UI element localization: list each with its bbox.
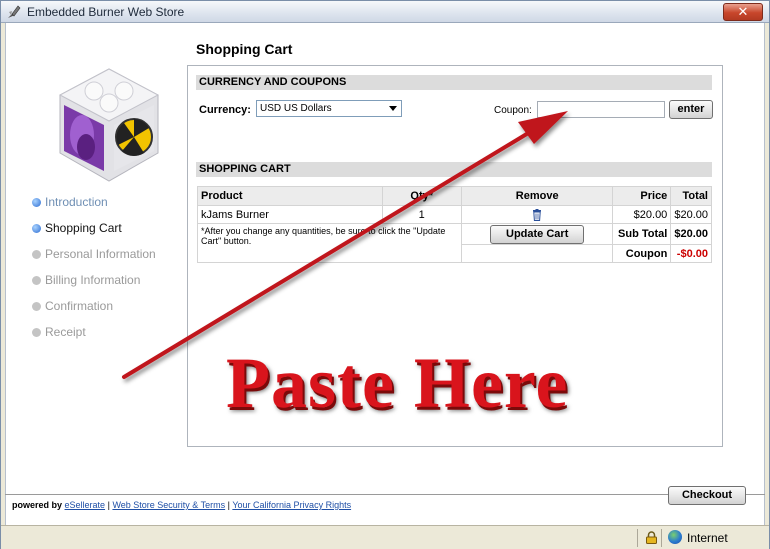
step-label: Receipt <box>45 325 86 339</box>
window-title: Embedded Burner Web Store <box>27 5 185 19</box>
step-label: Shopping Cart <box>45 221 122 235</box>
column-header-remove: Remove <box>460 186 614 206</box>
step-bullet-icon <box>32 250 41 259</box>
page-content: Introduction Shopping Cart Personal Info… <box>5 23 765 525</box>
step-bullet-icon <box>32 198 41 207</box>
subtotal-value: $20.00 <box>670 223 712 245</box>
globe-icon <box>668 530 682 544</box>
cart-header-row: Product Qty* Remove Price Total <box>197 186 712 206</box>
browser-window: Embedded Burner Web Store ✕ Introduction… <box>0 0 770 549</box>
trash-icon[interactable] <box>532 208 542 221</box>
esellerate-link[interactable]: eSellerate <box>65 500 106 510</box>
column-header-qty: Qty* <box>381 186 462 206</box>
coupon-input[interactable] <box>537 101 665 118</box>
empty-cell <box>460 244 614 263</box>
status-divider <box>661 529 662 547</box>
powered-by: powered by eSellerate | Web Store Securi… <box>12 500 351 510</box>
currency-value: USD US Dollars <box>260 103 332 114</box>
step-label: Confirmation <box>45 299 114 313</box>
cart-table: Product Qty* Remove Price Total kJams Bu… <box>197 186 712 263</box>
app-icon <box>8 5 21 18</box>
footer-separator: | <box>227 500 231 510</box>
table-row: kJams Burner 1 $20.00 $20.00 <box>197 205 712 224</box>
status-divider <box>637 529 638 547</box>
currency-label: Currency: <box>199 104 251 116</box>
step-confirmation: Confirmation <box>32 299 156 325</box>
quantity-note: *After you change any quantities, be sur… <box>197 223 462 263</box>
privacy-rights-link[interactable]: Your California Privacy Rights <box>232 500 351 510</box>
item-price: $20.00 <box>612 205 672 224</box>
coupon-label: Coupon: <box>494 105 532 116</box>
step-bullet-icon <box>32 302 41 311</box>
column-header-price: Price <box>612 186 672 206</box>
enter-button[interactable]: enter <box>669 100 713 119</box>
paste-here-annotation: Paste Here <box>226 343 569 423</box>
quantity-input[interactable]: 1 <box>381 205 462 224</box>
close-icon[interactable]: ✕ <box>723 3 763 21</box>
status-bar: Internet <box>1 525 769 549</box>
step-introduction[interactable]: Introduction <box>32 195 156 221</box>
currency-select[interactable]: USD US Dollars <box>256 100 402 117</box>
page-title: Shopping Cart <box>196 41 293 57</box>
currency-section-heading: CURRENCY AND COUPONS <box>196 75 712 90</box>
column-header-total: Total <box>670 186 712 206</box>
footer-separator: | <box>107 500 110 510</box>
coupon-total-value: -$0.00 <box>670 244 712 263</box>
step-billing-information: Billing Information <box>32 273 156 299</box>
update-cell: Update Cart <box>460 223 614 245</box>
step-shopping-cart: Shopping Cart <box>32 221 156 247</box>
checkout-steps: Introduction Shopping Cart Personal Info… <box>32 195 156 351</box>
column-header-product: Product <box>197 186 383 206</box>
step-personal-information: Personal Information <box>32 247 156 273</box>
security-zone: Internet <box>687 531 728 545</box>
subtotal-label: Sub Total <box>612 223 672 245</box>
security-terms-link[interactable]: Web Store Security & Terms <box>112 500 225 510</box>
step-receipt: Receipt <box>32 325 156 351</box>
step-bullet-icon <box>32 224 41 233</box>
subtotal-row: *After you change any quantities, be sur… <box>197 223 712 263</box>
step-label: Introduction <box>45 195 108 209</box>
update-cart-button[interactable]: Update Cart <box>490 225 585 244</box>
coupon-total-label: Coupon <box>612 244 672 263</box>
item-total: $20.00 <box>670 205 712 224</box>
dropdown-arrow-icon <box>389 106 397 111</box>
step-label: Billing Information <box>45 273 141 287</box>
lock-icon <box>646 531 657 544</box>
cart-section-heading: SHOPPING CART <box>196 162 712 177</box>
title-bar: Embedded Burner Web Store ✕ <box>1 1 769 23</box>
footer-divider <box>5 494 765 495</box>
powered-prefix: powered by <box>12 500 63 510</box>
step-label: Personal Information <box>45 247 156 261</box>
remove-cell <box>460 205 614 224</box>
product-logo <box>58 68 160 182</box>
step-bullet-icon <box>32 276 41 285</box>
product-name: kJams Burner <box>197 205 383 224</box>
checkout-button[interactable]: Checkout <box>668 486 746 505</box>
step-bullet-icon <box>32 328 41 337</box>
